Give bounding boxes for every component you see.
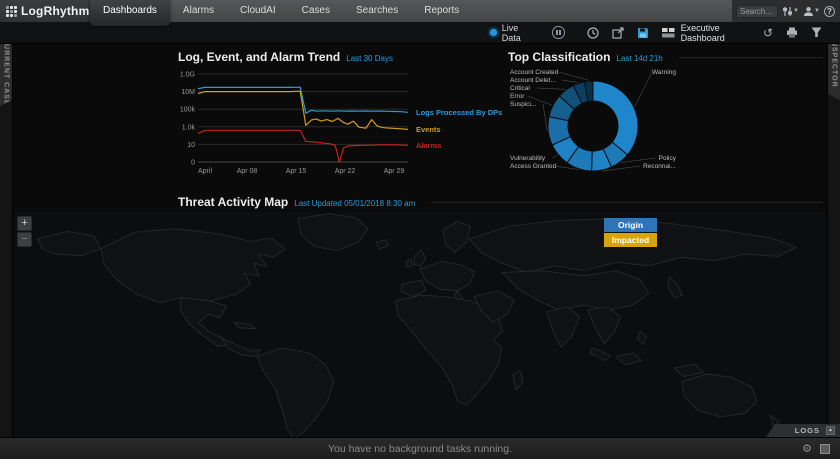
svg-text:Apr 15: Apr 15 [286, 168, 307, 175]
svg-text:0: 0 [191, 160, 195, 167]
charts-row: Log, Event, and Alarm Trend Last 30 Days… [13, 44, 827, 191]
legend-impacted-button[interactable]: Impacted [604, 233, 657, 247]
search-input[interactable] [736, 5, 778, 18]
filter-settings-button[interactable]: ▼ [782, 6, 799, 17]
tab-searches[interactable]: Searches [343, 0, 411, 22]
clock-icon [587, 27, 599, 39]
map-panel-title: Threat Activity Map [178, 195, 288, 209]
user-menu-button[interactable]: ▼ [803, 6, 820, 17]
svg-text:April: April [198, 168, 212, 175]
toolbar-right-actions: ↺ [763, 27, 822, 39]
logo-text: LogRhythm [21, 4, 89, 18]
tab-cases[interactable]: Cases [289, 0, 343, 22]
dashboard-name[interactable]: Executive Dashboard [681, 23, 763, 43]
svg-text:Events: Events [416, 125, 441, 134]
svg-text:Warning: Warning [652, 69, 676, 76]
inspector-rail: ◀ INSPECTOR [827, 22, 840, 437]
tab-dashboards[interactable]: Dashboards [90, 0, 170, 26]
svg-text:Apr 08: Apr 08 [237, 168, 258, 175]
inspector-label: INSPECTOR [831, 38, 838, 88]
current-case-rail: ▶ CURRENT CASE [0, 22, 13, 437]
help-icon[interactable]: ? [824, 6, 835, 17]
logs-label: LOGS [795, 426, 820, 435]
map-zoom-in-button[interactable]: + [17, 216, 32, 231]
status-bar-icons: ⚙ [802, 438, 830, 459]
svg-text:100k: 100k [180, 107, 196, 114]
map-zoom-out-button[interactable]: − [17, 232, 32, 247]
map-zoom-controls: + − [17, 216, 32, 247]
title-rule [679, 57, 823, 58]
svg-text:Logs Processed By DPs: Logs Processed By DPs [416, 108, 502, 117]
map-legend: Origin Impacted [604, 218, 657, 248]
world-map[interactable] [13, 212, 827, 437]
trend-panel-subtitle: Last 30 Days [346, 54, 393, 63]
svg-text:Alarms: Alarms [416, 141, 441, 150]
legend-origin-button[interactable]: Origin [604, 218, 657, 232]
classification-panel-subtitle: Last 14d 21h [616, 54, 662, 63]
live-data-indicator-icon [490, 29, 497, 36]
svg-text:Reconnai...: Reconnai... [643, 163, 676, 170]
svg-text:Vulnerability: Vulnerability [510, 155, 546, 162]
user-icon [803, 6, 814, 17]
print-button[interactable] [786, 27, 798, 38]
tab-cloudai[interactable]: CloudAI [227, 0, 289, 22]
tab-alarms[interactable]: Alarms [170, 0, 227, 22]
svg-text:Access Granted: Access Granted [510, 163, 557, 170]
dashboard-content: Log, Event, and Alarm Trend Last 30 Days… [13, 44, 827, 437]
svg-text:Apr 22: Apr 22 [335, 168, 356, 175]
classification-panel-title: Top Classification [508, 50, 610, 64]
trend-line-chart: 1.0G 10M 100k 1.0k 10 0April Apr 08 Apr 15 Apr 2… [178, 64, 508, 182]
logrhythm-app: LogRhythm Dashboards Alarms CloudAI Case… [0, 0, 840, 459]
threat-activity-map[interactable]: + − Origin Impacted [13, 212, 827, 437]
svg-text:Error: Error [510, 93, 525, 100]
map-panel-subtitle: Last Updated 05/01/2018 8:30 am [294, 199, 415, 208]
svg-text:Suspici...: Suspici... [510, 101, 537, 108]
status-message: You have no background tasks running. [328, 443, 512, 455]
logs-drawer-tab[interactable]: LOGS ▲ [766, 424, 840, 437]
history-button[interactable] [587, 27, 599, 39]
expand-up-icon[interactable]: ▲ [826, 426, 835, 435]
current-case-label: CURRENT CASE [3, 38, 10, 106]
title-rule [431, 202, 823, 203]
classification-panel: Top Classification Last 14d 21h Warning P… [508, 50, 827, 191]
filter-button[interactable] [811, 27, 822, 38]
logrhythm-logo-icon [6, 6, 17, 17]
pause-button[interactable] [552, 26, 565, 39]
chevron-down-icon: ▼ [793, 8, 799, 14]
save-icon [637, 27, 649, 39]
gear-icon[interactable]: ⚙ [802, 442, 812, 455]
printer-icon [786, 27, 798, 38]
svg-text:Account Created: Account Created [510, 69, 559, 76]
map-panel: Threat Activity Map Last Updated 05/01/2… [13, 195, 827, 437]
status-bar: You have no background tasks running. ⚙ [0, 437, 840, 459]
popout-button[interactable] [612, 27, 624, 39]
svg-text:Apr 29: Apr 29 [384, 168, 405, 175]
panel-toggle-icon[interactable] [820, 444, 830, 454]
live-data-toggle[interactable]: Live Data [490, 23, 538, 43]
svg-text:10: 10 [187, 142, 195, 149]
live-data-label: Live Data [502, 23, 538, 43]
top-bar: LogRhythm Dashboards Alarms CloudAI Case… [0, 0, 840, 22]
tab-reports[interactable]: Reports [411, 0, 472, 22]
dashboard-grid-icon [662, 28, 675, 38]
dashboard-select-button[interactable] [662, 28, 675, 38]
svg-text:10M: 10M [181, 89, 195, 96]
main-nav-tabs: Dashboards Alarms CloudAI Cases Searches… [90, 0, 732, 22]
svg-text:Critical: Critical [510, 85, 530, 92]
classification-donut-chart: Warning PolicyReconnai... Access GrantedVu… [508, 64, 678, 186]
undo-icon[interactable]: ↺ [763, 27, 773, 39]
svg-text:Policy: Policy [659, 155, 677, 162]
filter-funnel-icon [811, 27, 822, 38]
popout-icon [612, 27, 624, 39]
sliders-icon [782, 6, 793, 17]
logrhythm-logo: LogRhythm [0, 0, 90, 22]
save-button[interactable] [637, 27, 649, 39]
search-area: ▼ ▼ ? [732, 0, 840, 22]
svg-text:Account Delet...: Account Delet... [510, 77, 556, 84]
trend-panel: Log, Event, and Alarm Trend Last 30 Days… [178, 50, 508, 187]
chevron-down-icon: ▼ [814, 8, 820, 14]
svg-text:1.0G: 1.0G [180, 72, 195, 79]
svg-text:1.0k: 1.0k [182, 124, 196, 131]
trend-panel-title: Log, Event, and Alarm Trend [178, 50, 340, 64]
